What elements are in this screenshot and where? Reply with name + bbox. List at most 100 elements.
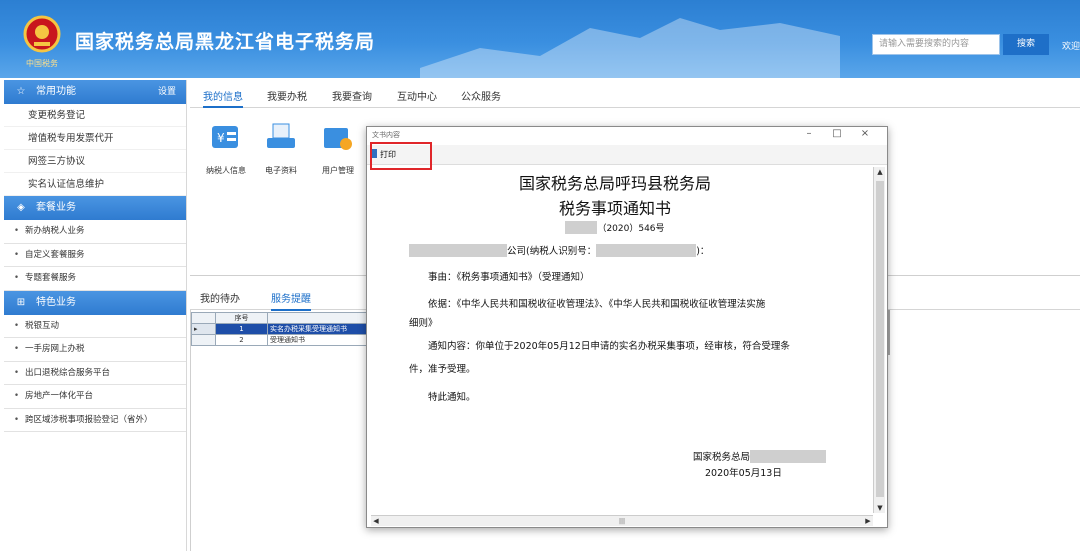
search-input[interactable]: 请输入需要搜索的内容 [872, 34, 1000, 55]
sidebar-section-common[interactable]: ☆ 常用功能 设置 [4, 80, 186, 104]
doc-subject: 事由：《税务事项通知书》（受理通知） [428, 272, 590, 283]
sidebar-item-bank-tax[interactable]: 税银互动 [4, 315, 186, 338]
sidebar-item-export-rebate[interactable]: 出口退税综合服务平台 [4, 362, 186, 385]
sidebar-item-real-estate[interactable]: 房地产一体化平台 [4, 385, 186, 409]
sidebar-section-special[interactable]: ⊞ 特色业务 [4, 290, 186, 315]
horizontal-scrollbar[interactable]: ◀ ||| ▶ [371, 515, 873, 526]
tab-tax-handling[interactable]: 我要办税 [267, 88, 307, 103]
scroll-up-icon[interactable]: ▲ [875, 167, 885, 177]
tab-my-todo[interactable]: 我的待办 [200, 290, 240, 305]
doc-addressee: 公司(纳税人识别号： )： [409, 243, 709, 257]
welcome-text: 欢迎 [1062, 42, 1080, 52]
tab-public-service[interactable]: 公众服务 [461, 88, 501, 103]
grid-header-row: 序号 [191, 312, 369, 324]
sidebar-item-custom-package[interactable]: 自定义套餐服务 [4, 244, 186, 267]
sidebar-item-vat-invoice[interactable]: 增值税专用发票代开 [4, 127, 186, 150]
tab-service-reminder[interactable]: 服务提醒 [271, 290, 311, 311]
document-dialog: 文书内容 – □ × 打印 国家税务总局呼玛县税务局 税务事项通知书 （2020）5… [366, 126, 888, 528]
scroll-grip-icon[interactable]: ||| [619, 518, 625, 525]
app-taxpayer-info[interactable]: ¥ 纳税人信息 [196, 122, 256, 176]
dialog-toolbar: 打印 [367, 145, 887, 165]
addressee-end: )： [696, 246, 710, 257]
reminder-grid: 序号 ▸ 1 实名办税采集受理通知书 2 受理通知书 [191, 312, 369, 346]
sidebar-item-tripartite-agreement[interactable]: 网签三方协议 [4, 150, 186, 173]
sidebar: ☆ 常用功能 设置 变更税务登记 增值税专用发票代开 网签三方协议 实名认证信息维… [4, 80, 187, 551]
print-highlight-box [370, 142, 432, 170]
row-header-cell [191, 334, 216, 346]
close-icon[interactable]: × [851, 128, 879, 139]
svg-text:¥: ¥ [217, 131, 225, 145]
brand-subtitle: 中国税务 [26, 59, 58, 68]
row-header-cell [191, 312, 216, 324]
grid-icon: ⊞ [16, 296, 26, 308]
sidebar-item-cross-region[interactable]: 跨区域涉税事项报验登记（省外） [4, 409, 186, 432]
tab-my-info[interactable]: 我的信息 [203, 88, 243, 108]
great-wall-decoration [420, 18, 840, 78]
maximize-icon[interactable]: □ [823, 128, 851, 139]
grid-cell-num: 2 [215, 334, 268, 346]
doc-title: 税务事项通知书 [558, 199, 671, 218]
section-title: 套餐业务 [36, 202, 76, 213]
tab-query[interactable]: 我要查询 [332, 88, 372, 103]
scroll-left-icon[interactable]: ◀ [371, 516, 381, 526]
redaction [750, 450, 827, 463]
document-body: 国家税务总局呼玛县税务局 税务事项通知书 （2020）546号 公司(纳税人识别… [371, 167, 859, 512]
doc-signature: 国家税务总局 [693, 449, 827, 463]
doc-content-line1: 通知内容：你单位于2020年05月12日申请的实名办税采集事项，经审核，符合受理… [428, 341, 790, 352]
taxpayer-info-icon: ¥ [212, 126, 238, 148]
window-controls: – □ × [795, 128, 879, 139]
app-label: 纳税人信息 [206, 166, 246, 175]
doc-basis-line2: 细则》 [409, 318, 438, 329]
doc-issuer: 国家税务总局呼玛县税务局 [518, 174, 711, 193]
scroll-down-icon[interactable]: ▼ [875, 503, 885, 513]
panel-border [190, 310, 191, 551]
app-user-management[interactable]: 用户管理 [308, 122, 368, 176]
sidebar-section-package[interactable]: ◈ 套餐业务 [4, 196, 186, 220]
main-tabs: 我的信息 我要办税 我要查询 互动中心 公众服务 [190, 80, 1080, 108]
table-row[interactable]: ▸ 1 实名办税采集受理通知书 [191, 323, 369, 335]
grid-cell-title: 受理通知书 [267, 334, 369, 346]
signature-text: 国家税务总局 [693, 452, 751, 463]
tab-interaction[interactable]: 互动中心 [397, 88, 437, 103]
redaction [596, 244, 697, 257]
header-banner: 中国税务 国家税务总局黑龙江省电子税务局 请输入需要搜索的内容 搜索 欢迎 [0, 0, 1080, 78]
grid-cell-num: 1 [215, 323, 268, 335]
sidebar-item-new-taxpayer[interactable]: 新办纳税人业务 [4, 220, 186, 244]
doc-number: （2020）546号 [371, 221, 859, 234]
settings-link[interactable]: 设置 [158, 80, 176, 104]
site-title: 国家税务总局黑龙江省电子税务局 [75, 31, 376, 53]
sidebar-item-topic-package[interactable]: 专题套餐服务 [4, 267, 186, 291]
doc-closing: 特此通知。 [428, 392, 476, 403]
doc-content-line2: 件，准予受理。 [409, 364, 476, 375]
redaction [565, 221, 598, 234]
grid-header-title [267, 312, 369, 324]
vertical-scrollbar[interactable]: ▲ ▼ [873, 167, 885, 513]
doc-number-text: （2020）546号 [597, 224, 665, 234]
tax-emblem-icon [23, 15, 61, 53]
grid-header-num: 序号 [215, 312, 268, 324]
sidebar-item-change-registration[interactable]: 变更税务登记 [4, 104, 186, 127]
star-icon: ☆ [16, 86, 26, 97]
doc-date: 2020年05月13日 [705, 468, 782, 479]
addressee-text: 公司(纳税人识别号： [507, 246, 597, 257]
row-pointer-icon: ▸ [191, 323, 216, 335]
app-electronic-docs[interactable]: 电子资料 [251, 122, 311, 176]
search-button[interactable]: 搜索 [1003, 34, 1049, 55]
layers-icon: ◈ [17, 202, 25, 213]
sidebar-item-realname-info[interactable]: 实名认证信息维护 [4, 173, 186, 196]
app-label: 电子资料 [265, 166, 297, 175]
section-title: 常用功能 [36, 86, 76, 97]
electronic-docs-icon [267, 123, 295, 148]
minimize-icon[interactable]: – [795, 128, 823, 139]
app-label: 用户管理 [322, 166, 354, 175]
grid-cell-title: 实名办税采集受理通知书 [267, 323, 369, 335]
section-title: 特色业务 [36, 296, 76, 308]
dialog-title: 文书内容 [372, 131, 400, 139]
sidebar-item-new-house[interactable]: 一手房网上办税 [4, 338, 186, 362]
user-management-icon [324, 128, 352, 150]
table-row[interactable]: 2 受理通知书 [191, 334, 369, 346]
scroll-thumb[interactable] [876, 181, 884, 497]
redaction [409, 244, 507, 257]
doc-basis-line1: 依据：《中华人民共和国税收征收管理法》、《中华人民共和国税收征收管理法实施 [428, 299, 766, 310]
scroll-right-icon[interactable]: ▶ [863, 516, 873, 526]
